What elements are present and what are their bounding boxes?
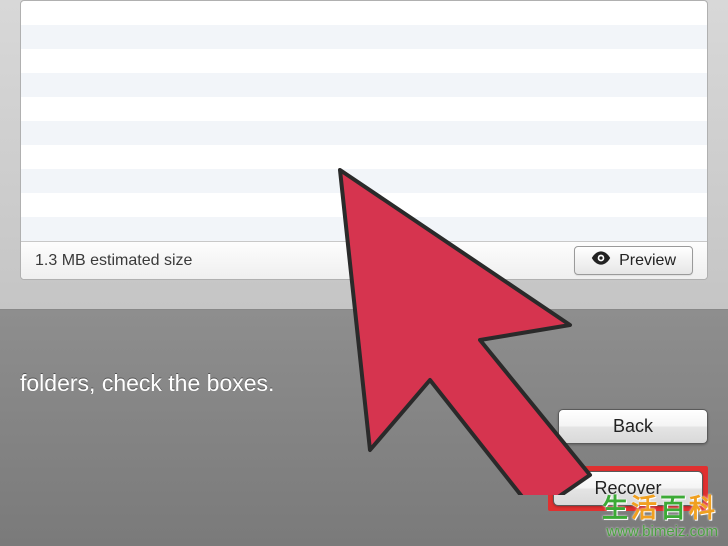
preview-button[interactable]: Preview xyxy=(574,246,693,275)
file-list[interactable] xyxy=(21,1,707,241)
back-button[interactable]: Back xyxy=(558,409,708,444)
list-item[interactable] xyxy=(21,73,707,97)
help-icon: ? xyxy=(508,449,520,472)
recover-button-label: Recover xyxy=(594,478,661,498)
preview-button-label: Preview xyxy=(619,252,676,270)
list-item[interactable] xyxy=(21,1,707,25)
list-item[interactable] xyxy=(21,145,707,169)
list-item[interactable] xyxy=(21,193,707,217)
list-item[interactable] xyxy=(21,217,707,241)
instruction-text: folders, check the boxes. xyxy=(20,370,708,397)
recover-highlight-box: Recover xyxy=(548,466,708,511)
estimated-size-label: 1.3 MB estimated size xyxy=(35,252,192,270)
list-footer: 1.3 MB estimated size Preview xyxy=(21,241,707,279)
help-button[interactable]: ? xyxy=(498,444,530,476)
list-item[interactable] xyxy=(21,25,707,49)
upper-panel: 1.3 MB estimated size Preview xyxy=(0,0,728,310)
list-item[interactable] xyxy=(21,169,707,193)
bottom-button-row: ? Back Recover xyxy=(498,409,708,511)
results-panel: 1.3 MB estimated size Preview xyxy=(20,0,708,280)
eye-icon xyxy=(591,251,611,270)
back-button-label: Back xyxy=(613,416,653,436)
list-item[interactable] xyxy=(21,97,707,121)
nav-button-column: Back Recover xyxy=(548,409,708,511)
list-item[interactable] xyxy=(21,121,707,145)
list-item[interactable] xyxy=(21,49,707,73)
lower-panel: folders, check the boxes. ? Back Recover xyxy=(0,310,728,546)
recover-button[interactable]: Recover xyxy=(553,471,703,506)
